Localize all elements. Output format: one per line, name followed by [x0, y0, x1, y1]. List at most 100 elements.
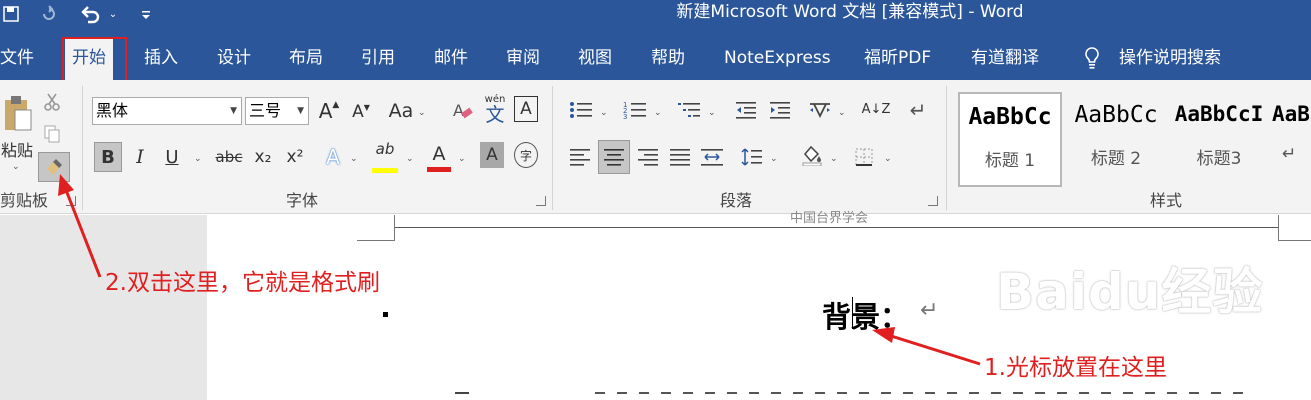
document-left-margin	[0, 215, 207, 400]
font-color-button[interactable]: A	[426, 140, 452, 168]
line-spacing-icon[interactable]	[738, 142, 766, 172]
baidu-watermark: Baidu经验	[996, 263, 1264, 321]
text-cursor	[852, 297, 853, 329]
font-color-dropdown-icon[interactable]: ⌄	[458, 154, 466, 164]
change-case-button[interactable]: Aa	[388, 96, 414, 126]
line-spacing-dropdown-icon[interactable]: ⌄	[770, 154, 778, 164]
font-launcher-icon[interactable]	[536, 196, 546, 206]
underline-button[interactable]: U	[160, 142, 184, 172]
italic-button[interactable]: I	[128, 142, 152, 172]
phonetic-guide-button[interactable]: wén 文	[482, 92, 508, 128]
undo-dropdown-icon[interactable]: ⌄	[106, 0, 120, 28]
align-left-icon[interactable]	[566, 142, 594, 172]
tab-help[interactable]: 帮助	[651, 36, 685, 80]
strikethrough-button[interactable]: abc	[212, 142, 246, 172]
style-preview: AaBbCc	[1074, 102, 1158, 128]
bullets-icon[interactable]	[566, 96, 596, 124]
paste-label[interactable]: 粘贴	[0, 138, 34, 160]
window-title: 新建Microsoft Word 文档 [兼容模式] - Word	[676, 2, 1024, 22]
font-family-value: 黑体	[96, 101, 129, 120]
margin-corner-mark	[1278, 215, 1279, 241]
character-shading-button[interactable]: A	[480, 142, 504, 168]
customize-icon[interactable]	[138, 0, 154, 28]
save-icon[interactable]	[0, 0, 22, 28]
enclose-characters-button[interactable]: 字	[514, 142, 538, 168]
numbering-icon[interactable]: 123	[620, 96, 650, 124]
chevron-down-icon[interactable]: ▼	[230, 98, 237, 124]
tab-noteexpress[interactable]: NoteExpress	[724, 36, 831, 80]
tab-view[interactable]: 视图	[578, 36, 612, 80]
chinese-layout-icon[interactable]	[806, 96, 834, 124]
text-effects-dropdown-icon[interactable]: ⌄	[350, 154, 358, 164]
clipboard-launcher-icon[interactable]	[66, 196, 76, 206]
word-window: ⌄ 新建Microsoft Word 文档 [兼容模式] - Word 文件 开…	[0, 0, 1311, 400]
decrease-indent-icon[interactable]	[732, 96, 760, 124]
font-family-combo[interactable]: 黑体 ▼	[92, 97, 242, 125]
copy-icon[interactable]	[40, 122, 64, 146]
tab-review[interactable]: 审阅	[506, 36, 540, 80]
tab-design[interactable]: 设计	[217, 36, 251, 80]
grow-font-button[interactable]: A ▲	[316, 96, 342, 126]
borders-icon[interactable]	[850, 142, 878, 172]
style-heading-1[interactable]: AaBbCc 标题 1	[958, 92, 1062, 187]
header-separator-line	[395, 227, 1279, 228]
subscript-button[interactable]: x₂	[250, 142, 276, 172]
highlight-dropdown-icon[interactable]: ⌄	[406, 154, 414, 164]
borders-dropdown-icon[interactable]: ⌄	[884, 154, 892, 164]
document-heading[interactable]: 背景：	[822, 294, 909, 336]
shading-dropdown-icon[interactable]: ⌄	[830, 154, 838, 164]
tab-youdao-translate[interactable]: 有道翻译	[971, 36, 1039, 80]
style-heading-3[interactable]: AaBbCcI 标题3	[1170, 92, 1268, 187]
highlight-box-home-tab	[62, 37, 127, 84]
chinese-layout-dropdown-icon[interactable]: ⌄	[838, 108, 846, 118]
bold-button[interactable]: B	[94, 142, 122, 172]
bullets-dropdown-icon[interactable]: ⌄	[600, 108, 608, 118]
cursor-annotation: 1.光标放置在这里	[984, 355, 1167, 381]
style-name: 标题3	[1196, 149, 1242, 169]
justify-icon[interactable]	[666, 142, 694, 172]
cut-icon[interactable]	[40, 90, 64, 114]
font-size-value: 三号	[249, 101, 282, 120]
font-color-swatch	[427, 167, 451, 172]
change-case-dropdown-icon[interactable]: ⌄	[418, 108, 426, 118]
highlight-color-button[interactable]: ab	[370, 140, 400, 170]
clear-formatting-icon[interactable]: A	[450, 96, 476, 126]
shrink-font-button[interactable]: A ▼	[348, 98, 374, 126]
ribbon-tabs: 文件 开始 插入 设计 布局 引用 邮件 审阅 视图 帮助 NoteExpres…	[0, 36, 1311, 80]
style-heading-2[interactable]: AaBbCc 标题 2	[1064, 92, 1168, 187]
show-marks-icon[interactable]: ↵	[904, 96, 932, 124]
tab-layout[interactable]: 布局	[289, 36, 323, 80]
format-painter-icon[interactable]	[38, 152, 70, 182]
underline-dropdown-icon[interactable]: ⌄	[194, 154, 202, 164]
tab-foxit-pdf[interactable]: 福昕PDF	[864, 36, 931, 80]
tab-references[interactable]: 引用	[361, 36, 395, 80]
align-right-icon[interactable]	[634, 142, 662, 172]
font-size-combo[interactable]: 三号 ▼	[245, 97, 309, 125]
superscript-button[interactable]: x²	[282, 142, 308, 172]
shading-icon[interactable]	[798, 140, 826, 170]
align-center-icon[interactable]	[598, 140, 630, 174]
distributed-icon[interactable]	[698, 142, 726, 172]
chevron-down-icon[interactable]: ▼	[297, 98, 304, 124]
undo-icon[interactable]	[76, 0, 104, 28]
character-border-button[interactable]: A	[514, 96, 538, 122]
paste-icon[interactable]	[0, 92, 34, 136]
numbering-dropdown-icon[interactable]: ⌄	[654, 108, 662, 118]
redo-icon[interactable]	[36, 0, 62, 28]
text-effects-button[interactable]: A	[320, 142, 346, 172]
margin-corner-mark	[1278, 240, 1311, 241]
paragraph-launcher-icon[interactable]	[928, 196, 938, 206]
tell-me-search[interactable]: 操作说明搜索	[1119, 36, 1221, 80]
tab-file[interactable]: 文件	[0, 36, 34, 80]
sort-button[interactable]: A↓Z	[862, 94, 891, 124]
tab-mailings[interactable]: 邮件	[434, 36, 468, 80]
style-preview: AaBbCc	[968, 104, 1052, 130]
style-name: 标题 2	[1090, 149, 1142, 169]
multilevel-dropdown-icon[interactable]: ⌄	[708, 108, 716, 118]
svg-text:A: A	[453, 101, 464, 120]
style-normal[interactable]: AaBb ↵	[1272, 92, 1311, 187]
multilevel-list-icon[interactable]	[674, 96, 704, 124]
tab-insert[interactable]: 插入	[144, 36, 178, 80]
increase-indent-icon[interactable]	[766, 96, 794, 124]
paste-dropdown-icon[interactable]: ⌄	[12, 162, 20, 172]
